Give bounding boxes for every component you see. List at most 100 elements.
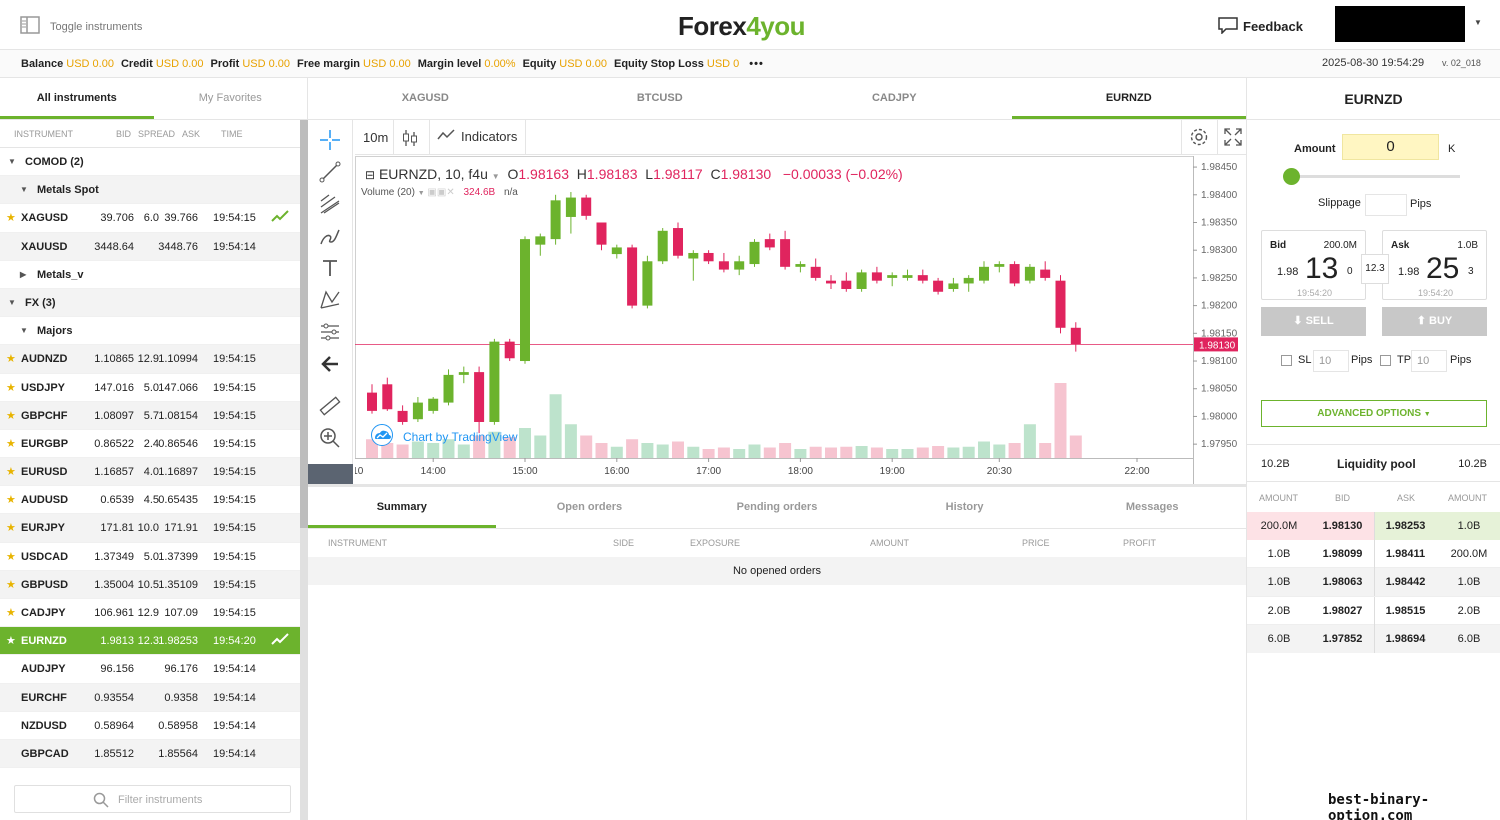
col-bid[interactable]: BID <box>116 129 131 139</box>
caret-down-icon[interactable]: ▼ <box>20 326 28 335</box>
account-menu[interactable] <box>1335 6 1465 42</box>
tab-my-favorites[interactable]: My Favorites <box>154 78 308 119</box>
col-price[interactable]: PRICE <box>1022 538 1050 548</box>
depth-row[interactable]: 2.0B 1.98027 1.98515 2.0B <box>1247 596 1500 625</box>
col-instrument[interactable]: INSTRUMENT <box>14 129 73 139</box>
instrument-row[interactable]: ★ GBPUSD 1.35004 10.5 1.35109 19:54:15 <box>0 570 300 599</box>
slippage-input[interactable] <box>1365 194 1407 216</box>
scrollbar-thumb[interactable] <box>300 120 308 528</box>
favorite-star-icon[interactable]: ★ <box>6 550 16 563</box>
tradingview-badge[interactable]: Chart by TradingView <box>369 424 518 449</box>
amount-slider-handle[interactable] <box>1283 168 1300 185</box>
volume-settings-icon[interactable]: ▣▣✕ <box>427 187 454 198</box>
prediction-tool-icon[interactable] <box>318 320 342 344</box>
instrument-row[interactable]: NZDUSD 0.58964 0.58958 19:54:14 <box>0 712 300 740</box>
instrument-row[interactable]: ★ USDCAD 1.37349 5.0 1.37399 19:54:15 <box>0 543 300 571</box>
col-ask[interactable]: ASK <box>182 129 200 139</box>
tab-messages[interactable]: Messages <box>1058 487 1246 528</box>
tab-history[interactable]: History <box>871 487 1059 528</box>
symbol-caret-icon[interactable]: ▼ <box>492 172 500 181</box>
instrument-group[interactable]: ▼ COMOD (2) <box>0 148 300 177</box>
fullscreen-icon[interactable] <box>1224 128 1242 149</box>
tab-open-orders[interactable]: Open orders <box>496 487 684 528</box>
instrument-row[interactable]: ★ EURUSD 1.16857 4.0 1.16897 19:54:15 <box>0 458 300 487</box>
sell-button[interactable]: ⬇ SELL <box>1261 307 1366 336</box>
caret-down-icon[interactable]: ▼ <box>20 185 28 194</box>
depth-row[interactable]: 200.0M 1.98130 1.98253 1.0B <box>1247 512 1500 541</box>
caret-down-icon[interactable]: ▼ <box>1474 18 1482 27</box>
tab-pending-orders[interactable]: Pending orders <box>683 487 871 528</box>
instrument-row[interactable]: EURCHF 0.93554 0.9358 19:54:14 <box>0 683 300 712</box>
instrument-row[interactable]: ★ AUDUSD 0.6539 4.5 0.65435 19:54:15 <box>0 486 300 515</box>
favorite-star-icon[interactable]: ★ <box>6 521 16 534</box>
sl-checkbox[interactable] <box>1281 355 1292 366</box>
tab-chart-eurnzd[interactable]: EURNZD <box>1011 78 1246 119</box>
favorite-star-icon[interactable]: ★ <box>6 437 16 450</box>
col-side[interactable]: SIDE <box>613 538 634 548</box>
favorite-star-icon[interactable]: ★ <box>6 634 16 647</box>
instrument-row[interactable]: ★ USDJPY 147.016 5.0 147.066 19:54:15 <box>0 374 300 402</box>
sl-input[interactable]: 10 <box>1313 350 1349 372</box>
collapse-legend-icon[interactable]: ⊟ <box>365 168 375 182</box>
toolbar-collapse-button[interactable] <box>308 464 353 484</box>
favorite-star-icon[interactable]: ★ <box>6 409 16 422</box>
depth-row[interactable]: 6.0B 1.97852 1.98694 6.0B <box>1247 624 1500 653</box>
instrument-row[interactable]: XAUUSD 3448.64 3448.76 19:54:14 <box>0 232 300 261</box>
text-tool-icon[interactable] <box>318 256 342 280</box>
instruments-scrollbar[interactable] <box>300 120 308 820</box>
volume-caret-icon[interactable]: ▼ <box>418 190 425 197</box>
pattern-tool-icon[interactable] <box>318 288 342 312</box>
feedback-button[interactable]: Feedback <box>1217 16 1303 37</box>
timeframe-button[interactable]: 10m <box>363 130 388 145</box>
favorite-star-icon[interactable]: ★ <box>6 352 16 365</box>
col-profit[interactable]: PROFIT <box>1123 538 1156 548</box>
filter-instruments-input[interactable]: Filter instruments <box>14 785 291 813</box>
caret-right-icon[interactable]: ▶ <box>20 270 26 279</box>
col-time[interactable]: TIME <box>221 129 243 139</box>
tab-summary[interactable]: Summary <box>308 487 496 528</box>
brush-icon[interactable] <box>318 224 342 248</box>
favorite-star-icon[interactable]: ★ <box>6 493 16 506</box>
depth-row[interactable]: 1.0B 1.98099 1.98411 200.0M <box>1247 540 1500 569</box>
instrument-row[interactable]: GBPCAD 1.85512 1.85564 19:54:14 <box>0 739 300 769</box>
trend-line-icon[interactable] <box>318 160 342 184</box>
tab-chart-btcusd[interactable]: BTCUSD <box>543 78 778 119</box>
buy-button[interactable]: ⬆ BUY <box>1382 307 1487 336</box>
fib-tool-icon[interactable] <box>318 192 342 216</box>
amount-slider-track[interactable] <box>1292 175 1460 178</box>
instrument-group[interactable]: ▶ Metals_v <box>0 261 300 289</box>
instrument-row[interactable]: AUDJPY 96.156 96.176 19:54:14 <box>0 655 300 684</box>
instrument-group[interactable]: ▼ Majors <box>0 317 300 346</box>
amount-input[interactable]: 0 <box>1342 134 1439 160</box>
depth-row[interactable]: 1.0B 1.98063 1.98442 1.0B <box>1247 568 1500 597</box>
favorite-star-icon[interactable]: ★ <box>6 381 16 394</box>
tp-checkbox[interactable] <box>1380 355 1391 366</box>
caret-down-icon[interactable]: ▼ <box>8 157 16 166</box>
favorite-star-icon[interactable]: ★ <box>6 211 16 224</box>
instrument-row[interactable]: ★ EURGBP 0.86522 2.4 0.86546 19:54:15 <box>0 430 300 459</box>
price-plot[interactable]: 1.98450 1.98400 1.98350 1.98300 1.98250 1.982… <box>344 156 1246 484</box>
candle-style-icon[interactable] <box>401 128 419 151</box>
advanced-options-button[interactable]: ADVANCED OPTIONS ▼ <box>1261 400 1487 427</box>
favorite-star-icon[interactable]: ★ <box>6 578 16 591</box>
col-instrument[interactable]: INSTRUMENT <box>328 538 387 548</box>
instrument-row[interactable]: ★ AUDNZD 1.10865 12.9 1.10994 19:54:15 <box>0 345 300 374</box>
col-exposure[interactable]: EXPOSURE <box>690 538 740 548</box>
col-amount[interactable]: AMOUNT <box>870 538 909 548</box>
tab-chart-cadjpy[interactable]: CADJPY <box>777 78 1012 119</box>
instrument-row[interactable]: ★ EURNZD 1.9813 12.3 1.98253 19:54:20 <box>0 627 300 656</box>
instrument-row[interactable]: ★ CADJPY 106.961 12.9 107.09 19:54:15 <box>0 599 300 628</box>
more-icon[interactable]: ••• <box>749 58 764 70</box>
tab-all-instruments[interactable]: All instruments <box>0 78 154 119</box>
indicators-button[interactable]: Indicators <box>437 129 517 144</box>
caret-down-icon[interactable]: ▼ <box>8 298 16 307</box>
settings-gear-icon[interactable] <box>1189 127 1209 150</box>
tp-input[interactable]: 10 <box>1411 350 1447 372</box>
instrument-row[interactable]: ★ GBPCHF 1.08097 5.7 1.08154 19:54:15 <box>0 401 300 430</box>
favorite-star-icon[interactable]: ★ <box>6 606 16 619</box>
instrument-row[interactable]: ★ EURJPY 171.81 10.0 171.91 19:54:15 <box>0 514 300 543</box>
instrument-group[interactable]: ▼ FX (3) <box>0 288 300 318</box>
instrument-row[interactable]: ★ XAGUSD 39.706 6.0 39.766 19:54:15 <box>0 204 300 233</box>
favorite-star-icon[interactable]: ★ <box>6 465 16 478</box>
toggle-instruments-button[interactable]: Toggle instruments <box>20 16 142 37</box>
